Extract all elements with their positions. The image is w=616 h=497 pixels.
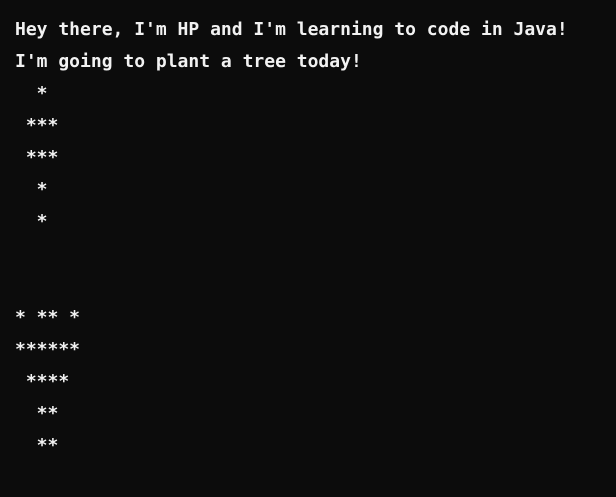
output-line-5: *** bbox=[15, 147, 59, 168]
console-output: Hey there, I'm HP and I'm learning to co… bbox=[0, 0, 616, 497]
output-line-6: * bbox=[15, 179, 48, 200]
output-line-2: I'm going to plant a tree today! bbox=[15, 51, 362, 72]
output-line-9 bbox=[15, 271, 616, 303]
output-line-7: * bbox=[15, 211, 48, 232]
output-line-13: ** bbox=[15, 403, 59, 424]
output-line-1: Hey there, I'm HP and I'm learning to co… bbox=[15, 19, 568, 40]
output-line-8 bbox=[15, 239, 616, 271]
output-line-10: * ** * bbox=[15, 307, 81, 328]
output-line-4: *** bbox=[15, 115, 59, 136]
output-line-3: * bbox=[15, 83, 48, 104]
output-line-12: **** bbox=[15, 371, 70, 392]
output-line-11: ****** bbox=[15, 339, 81, 360]
output-line-14: ** bbox=[15, 435, 59, 456]
